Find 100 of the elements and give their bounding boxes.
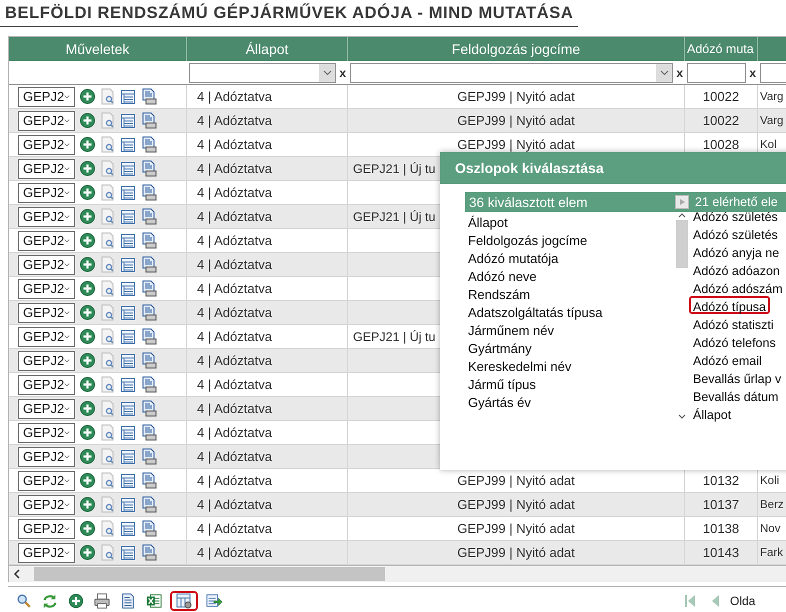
list-item[interactable]: Adózó adóazon [689,260,784,278]
table-icon[interactable] [120,232,136,248]
print-document-icon[interactable] [141,184,157,201]
add-icon[interactable] [80,353,95,368]
column-header[interactable]: Feldolgozás jogcíme [348,37,685,61]
document-search-icon[interactable] [100,304,115,321]
clear-filter-button[interactable]: x [676,66,683,80]
column-header[interactable]: Adózó muta [685,37,758,61]
action-select[interactable]: GEPJ2 [18,470,75,490]
action-select[interactable]: GEPJ2 [18,158,75,178]
list-item[interactable]: Bevallás dátum [689,386,782,404]
print-document-icon[interactable] [141,304,157,321]
print-document-icon[interactable] [141,280,157,297]
action-select[interactable]: GEPJ2 [18,182,75,202]
document-search-icon[interactable] [100,232,115,249]
add-icon[interactable] [80,89,95,104]
print-document-icon[interactable] [141,400,157,417]
document-search-icon[interactable] [100,424,115,441]
add-icon[interactable] [80,209,95,224]
list-item[interactable]: Adózó statiszti [689,314,778,332]
document-search-icon[interactable] [100,160,115,177]
action-select[interactable]: GEPJ2 [18,494,75,514]
table-icon[interactable] [120,160,136,176]
table-icon[interactable] [120,88,136,104]
add-icon[interactable] [80,473,95,488]
list-item[interactable]: Adatszolgáltatás típusa [468,304,676,322]
action-select[interactable]: GEPJ2 [18,350,75,370]
list-item[interactable]: Adózó email [689,350,766,368]
list-item[interactable]: Állapot [468,214,676,232]
clear-filter-button[interactable]: x [339,66,346,80]
action-select[interactable]: GEPJ2 [18,446,75,466]
table-icon[interactable] [120,136,136,152]
action-select[interactable]: GEPJ2 [18,542,75,562]
list-item[interactable]: Feldolgozás jogcíme [468,232,676,250]
document-search-icon[interactable] [100,256,115,273]
clear-filter-button[interactable]: x [749,66,756,80]
list-item[interactable]: Adózó születés [689,224,782,242]
table-icon[interactable] [120,424,136,440]
scrollbar-thumb[interactable] [34,567,385,581]
table-icon[interactable] [120,352,136,368]
add-icon[interactable] [80,113,95,128]
document-search-icon[interactable] [100,376,115,393]
document-search-icon[interactable] [100,520,115,537]
print-document-icon[interactable] [141,256,157,273]
toolbar-button[interactable] [170,590,198,610]
print-document-icon[interactable] [141,544,157,561]
action-select[interactable]: GEPJ2 [18,518,75,538]
list-item[interactable]: Gyártás év [468,394,676,412]
filter-select[interactable] [350,62,674,82]
table-icon[interactable] [120,448,136,464]
action-select[interactable]: GEPJ2 [18,254,75,274]
table-icon[interactable] [120,280,136,296]
action-select[interactable]: GEPJ2 [18,302,75,322]
print-document-icon[interactable] [141,112,157,129]
document-search-icon[interactable] [100,472,115,489]
toolbar-button[interactable] [92,590,112,610]
table-icon[interactable] [120,400,136,416]
add-icon[interactable] [80,545,95,560]
list-item[interactable]: Jármű típus [468,376,676,394]
list-item[interactable]: Adózó anyja ne [689,242,784,260]
add-icon[interactable] [80,401,95,416]
document-search-icon[interactable] [100,496,115,513]
table-icon[interactable] [120,472,136,488]
add-icon[interactable] [80,329,95,344]
print-document-icon[interactable] [141,328,157,345]
column-header[interactable]: Műveletek [9,37,187,61]
print-document-icon[interactable] [141,472,157,489]
chevron-up-icon[interactable] [678,212,686,218]
list-item[interactable]: Adózó adószám [689,278,786,296]
action-select[interactable]: GEPJ2 [18,398,75,418]
add-icon[interactable] [80,185,95,200]
document-search-icon[interactable] [100,280,115,297]
list-item[interactable]: Adózó mutatója [468,250,676,268]
document-search-icon[interactable] [100,544,115,561]
list-item[interactable]: Adózó neve [468,268,676,286]
table-icon[interactable] [120,184,136,200]
filter-select[interactable] [189,62,336,82]
document-search-icon[interactable] [100,328,115,345]
table-icon[interactable] [120,208,136,224]
add-icon[interactable] [80,449,95,464]
add-icon[interactable] [80,521,95,536]
action-select[interactable]: GEPJ2 [18,206,75,226]
print-document-icon[interactable] [141,88,157,105]
action-select[interactable]: GEPJ2 [18,422,75,442]
document-search-icon[interactable] [100,184,115,201]
print-document-icon[interactable] [141,208,157,225]
filter-input[interactable] [687,62,746,82]
document-search-icon[interactable] [100,112,115,129]
table-icon[interactable] [120,112,136,128]
add-icon[interactable] [80,497,95,512]
document-search-icon[interactable] [100,448,115,465]
document-search-icon[interactable] [100,136,115,153]
table-icon[interactable] [120,304,136,320]
document-search-icon[interactable] [100,88,115,105]
horizontal-scrollbar[interactable] [8,566,786,582]
document-search-icon[interactable] [100,400,115,417]
list-item[interactable]: Adózó telefons [689,332,780,350]
action-select[interactable]: GEPJ2 [18,326,75,346]
table-icon[interactable] [120,376,136,392]
chevron-left-icon[interactable] [13,569,21,579]
